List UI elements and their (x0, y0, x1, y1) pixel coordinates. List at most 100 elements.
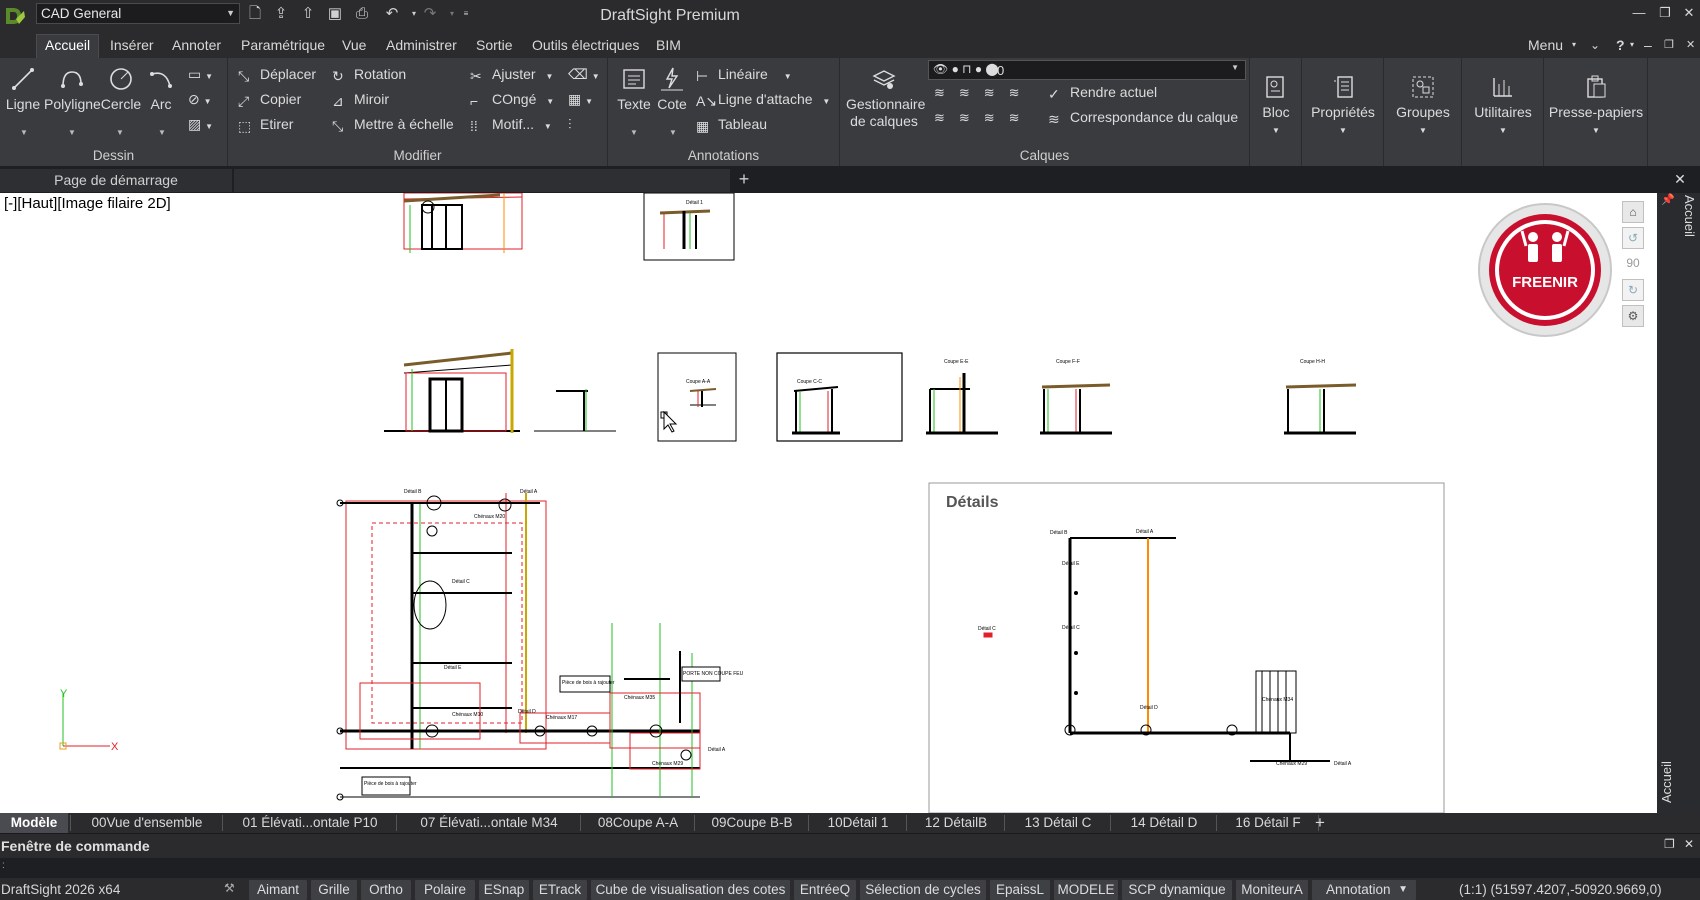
tab-accueil[interactable]: Accueil (36, 34, 100, 58)
gestionnaire-calques-button[interactable]: Gestionnaire de calques (846, 66, 925, 130)
panel-close-button[interactable]: ✕ (1660, 166, 1700, 193)
tableau-button[interactable]: ▦ Tableau (696, 116, 767, 134)
utilitaires-button[interactable]: Utilitaires ▼ (1464, 74, 1542, 136)
command-restore-button[interactable]: ❐ (1664, 837, 1675, 851)
layer-tools-row-2[interactable]: ≋≋≋≋ (934, 110, 1034, 126)
ligne-attache-button[interactable]: A↘Ligne d'attache ▼ (696, 91, 830, 109)
open-folder-icon[interactable]: ⇧ (298, 4, 318, 24)
status-epaissl[interactable]: EpaissL (990, 880, 1050, 900)
status-esnap[interactable]: ESnap (479, 880, 529, 900)
doc-close-button[interactable]: ✕ (1678, 35, 1700, 55)
tab-sortie[interactable]: Sortie (468, 35, 521, 55)
status-cube-visualisation[interactable]: Cube de visualisation des cotes (591, 880, 790, 900)
layout-tab[interactable]: 08Coupe A-A (584, 813, 692, 833)
motif-button[interactable]: ⁞⁞ Motif... ▼ (470, 116, 552, 134)
proprietes-button[interactable]: Propriétés ▼ (1304, 74, 1382, 136)
layout-tab[interactable]: 12 DétailB (910, 813, 1002, 833)
status-moniteura[interactable]: MoniteurA (1236, 880, 1308, 900)
close-button[interactable]: ✕ (1680, 4, 1698, 22)
menu-dropdown-icon[interactable]: ▾ (1564, 35, 1584, 55)
erase-icon[interactable]: ⌫ ▼ (568, 66, 600, 83)
chevron-down-icon[interactable]: ⌄ (1582, 35, 1608, 55)
layout-tab[interactable]: 00Vue d'ensemble (74, 813, 220, 833)
status-selection-cycles[interactable]: Sélection de cycles (860, 880, 986, 900)
chevron-down-icon[interactable]: ▼ (630, 128, 638, 137)
tab-administrer[interactable]: Administrer (378, 35, 465, 55)
miroir-button[interactable]: ⊿ Miroir (332, 91, 389, 109)
print-icon[interactable]: ⎙ (352, 4, 372, 24)
tab-annoter[interactable]: Annoter (164, 35, 229, 55)
drawing-canvas[interactable]: [-][Haut][Image filaire 2D] Détail 1 Cou… (0, 193, 1657, 813)
workspace-select[interactable]: CAD General ▼ (36, 3, 240, 24)
etirer-button[interactable]: ⬚ Etirer (238, 116, 293, 134)
status-annotation[interactable]: Annotation ▼ (1312, 880, 1416, 900)
settings-gear-icon[interactable]: ⚙ (1622, 305, 1644, 327)
layout-tab[interactable]: 14 Détail D (1114, 813, 1214, 833)
restore-button[interactable]: ❐ (1656, 4, 1674, 22)
chevron-down-icon[interactable]: ▼ (116, 128, 124, 137)
presse-papiers-button[interactable]: Presse-papiers ▼ (1546, 74, 1646, 136)
layout-tab[interactable]: 07 Élévati...ontale M34 (400, 813, 578, 833)
minimize-button[interactable]: — (1630, 4, 1648, 22)
cercle-button[interactable]: Cercle (100, 66, 142, 112)
rotate-left-icon[interactable]: ↺ (1622, 227, 1644, 249)
correspondance-calque-button[interactable]: ≋ Correspondance du calque (1048, 109, 1238, 127)
status-aimant[interactable]: Aimant (249, 880, 307, 900)
groupes-button[interactable]: Groupes ▼ (1386, 74, 1460, 136)
status-grille[interactable]: Grille (311, 880, 357, 900)
add-tab-button[interactable]: + (732, 169, 756, 192)
layer-select[interactable]: 👁 ● ⊓ ● ⬤ 0 ▼ (928, 60, 1246, 80)
side-tab-accueil-top[interactable]: Accueil (1679, 195, 1697, 265)
chevron-down-icon[interactable]: ▼ (669, 128, 677, 137)
layout-tab[interactable]: 10Détail 1 (812, 813, 904, 833)
status-ortho[interactable]: Ortho (361, 880, 411, 900)
copier-button[interactable]: ⤢ Copier (238, 91, 301, 109)
chevron-down-icon[interactable]: ▼ (20, 128, 28, 137)
command-input[interactable]: : (0, 858, 1700, 878)
lineaire-button[interactable]: ⊢ Linéaire ▼ (696, 66, 792, 84)
tab-page-demarrage[interactable]: Page de démarrage (0, 169, 232, 192)
open-icon[interactable]: ⇪ (271, 4, 291, 24)
layout-tab[interactable]: 09Coupe B-B (698, 813, 806, 833)
command-close-button[interactable]: ✕ (1684, 837, 1694, 851)
rectangle-icon[interactable]: ▭ ▼ (188, 66, 213, 83)
bloc-button[interactable]: Bloc ▼ (1254, 74, 1298, 136)
rotation-button[interactable]: ↻ Rotation (332, 66, 406, 84)
deplacer-button[interactable]: ⤡ Déplacer (238, 66, 316, 84)
cote-button[interactable]: Cote (654, 66, 690, 112)
undo-icon[interactable]: ↶ (382, 4, 402, 24)
chevron-down-icon[interactable]: ▼ (158, 128, 166, 137)
status-scp-dynamique[interactable]: SCP dynamique (1122, 880, 1232, 900)
home-view-icon[interactable]: ⌂ (1622, 201, 1644, 223)
explode-icon[interactable]: ▦ ▼ (568, 91, 593, 108)
layout-tab[interactable]: 16 Détail F (1220, 813, 1316, 833)
hatch-icon[interactable]: ▨ ▼ (188, 116, 213, 133)
status-entreeq[interactable]: EntréeQ (794, 880, 856, 900)
layout-tab[interactable]: 13 Détail C (1008, 813, 1108, 833)
status-etrack[interactable]: ETrack (533, 880, 587, 900)
tab-vue[interactable]: Vue (334, 35, 374, 55)
polyligne-button[interactable]: Polyligne (44, 66, 101, 112)
texte-button[interactable]: Texte (616, 66, 652, 112)
rotate-right-icon[interactable]: ↻ (1622, 279, 1644, 301)
save-icon[interactable]: ▣ (325, 4, 345, 24)
layout-tab[interactable]: 01 Élévati...ontale P10 (226, 813, 394, 833)
layer-tools-row-1[interactable]: ≋≋≋≋ (934, 85, 1034, 101)
customize-quickaccess-icon[interactable]: ≡ (456, 4, 476, 24)
add-layout-button[interactable]: + (1308, 813, 1332, 833)
mettre-echelle-button[interactable]: ⤡ Mettre à échelle (332, 116, 454, 134)
tab-parametrique[interactable]: Paramétrique (233, 35, 333, 55)
layout-tab-modele[interactable]: Modèle (0, 813, 68, 833)
align-icon[interactable]: ⫶ (568, 116, 572, 133)
ajuster-button[interactable]: ✂ Ajuster ▼ (470, 66, 553, 84)
tab-current-drawing[interactable] (234, 169, 730, 192)
conge-button[interactable]: ⌐ COngé ▼ (470, 91, 554, 109)
status-polaire[interactable]: Polaire (415, 880, 475, 900)
ellipse-icon[interactable]: ⊘ ▼ (188, 91, 212, 108)
new-file-icon[interactable]: 🗋 (245, 4, 265, 24)
side-tab-accueil-bottom[interactable]: Accueil (1659, 733, 1679, 803)
status-modele[interactable]: MODELE (1054, 880, 1118, 900)
rendre-actuel-button[interactable]: ✓ Rendre actuel (1048, 84, 1157, 102)
wrench-icon[interactable]: ⚒ (224, 881, 235, 895)
redo-icon[interactable]: ↷ (420, 4, 440, 24)
